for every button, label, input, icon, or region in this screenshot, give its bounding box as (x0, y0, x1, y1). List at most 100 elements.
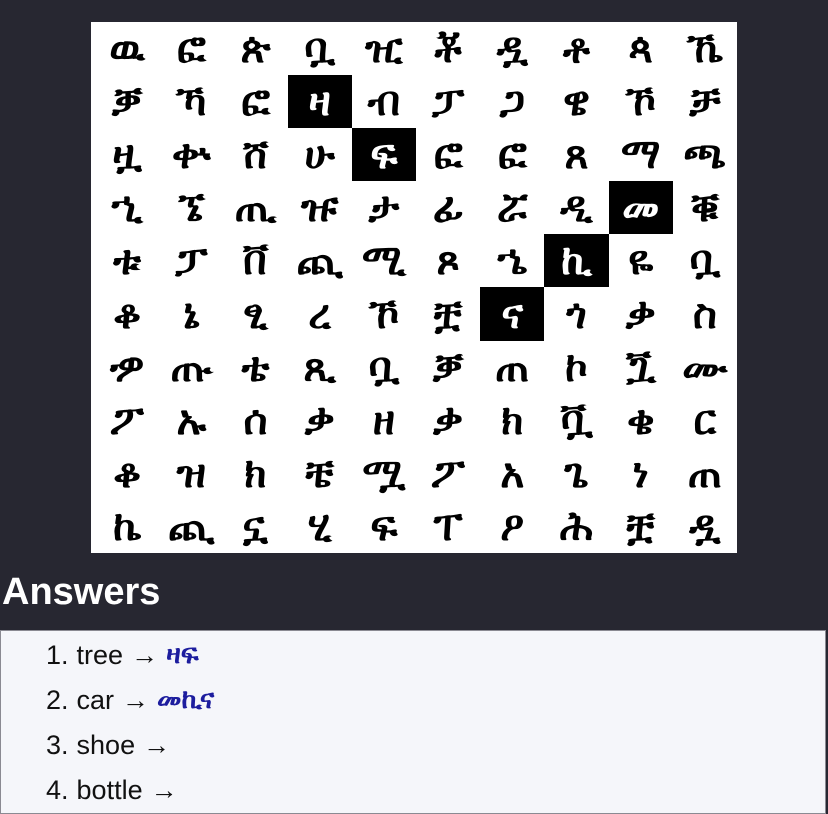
grid-cell[interactable]: ጠ (673, 447, 737, 500)
grid-cell[interactable]: ነ (609, 447, 673, 500)
grid-cell[interactable]: ቆ (95, 287, 159, 340)
grid-cell[interactable]: ዢ (352, 22, 416, 75)
grid-cell[interactable]: ዷ (480, 22, 544, 75)
grid-cell[interactable]: ፎ (480, 128, 544, 181)
grid-cell[interactable]: ታ (352, 181, 416, 234)
grid-cell[interactable]: ቆ (95, 447, 159, 500)
grid-cell[interactable]: ጟ (609, 341, 673, 394)
grid-cell[interactable]: ስ (673, 287, 737, 340)
grid-cell[interactable]: ኮ (544, 341, 608, 394)
grid-cell[interactable]: ፓ (416, 75, 480, 128)
grid-cell[interactable]: ቾ (416, 22, 480, 75)
grid-cell[interactable]: ረ (288, 287, 352, 340)
grid-cell[interactable]: ቼ (288, 447, 352, 500)
grid-cell[interactable]: ቴ (223, 341, 287, 394)
grid-cell[interactable]: ጎ (544, 287, 608, 340)
grid-cell[interactable]: ዷ (673, 500, 737, 553)
grid-cell[interactable]: ቱ (95, 234, 159, 287)
grid-cell[interactable]: ሯ (480, 181, 544, 234)
grid-cell[interactable]: ክ (480, 394, 544, 447)
grid-cell[interactable]: ጪ (288, 234, 352, 287)
grid-cell[interactable]: ዏ (95, 341, 159, 394)
grid-cell[interactable]: ቃ (416, 394, 480, 447)
grid-cell[interactable]: ቃ (288, 394, 352, 447)
grid-cell[interactable]: ኼ (673, 22, 737, 75)
grid-cell[interactable]: ሙ (673, 341, 737, 394)
grid-cell[interactable]: ፎ (416, 128, 480, 181)
grid-cell[interactable]: አ (480, 447, 544, 500)
grid-cell[interactable]: ቧ (352, 341, 416, 394)
grid-cell[interactable]: ጋ (480, 75, 544, 128)
grid-cell[interactable]: ጺ (288, 341, 352, 394)
grid-cell[interactable]: ዡ (288, 181, 352, 234)
grid-cell[interactable]: ፍ (351, 128, 416, 182)
grid-cell[interactable]: ፖ (95, 394, 159, 447)
grid-cell[interactable]: ፂ (223, 287, 287, 340)
grid-cell[interactable]: ሟ (352, 447, 416, 500)
grid-cell[interactable]: ኡ (159, 394, 223, 447)
grid-cell[interactable]: መ (608, 181, 673, 235)
grid-cell[interactable]: ጳ (609, 22, 673, 75)
grid-cell[interactable]: ዘ (352, 394, 416, 447)
grid-cell[interactable]: ጌ (544, 447, 608, 500)
grid-cell[interactable]: ኾ (352, 287, 416, 340)
grid-cell[interactable]: ቄ (609, 394, 673, 447)
grid-cell[interactable]: ዖ (480, 500, 544, 553)
grid-cell[interactable]: ፊ (416, 181, 480, 234)
grid-cell[interactable]: ኾ (609, 75, 673, 128)
grid-cell[interactable]: ፖ (416, 447, 480, 500)
grid-cell[interactable]: ጠ (480, 341, 544, 394)
grid-cell[interactable]: ጸ (544, 128, 608, 181)
grid-cell[interactable]: ቨ (223, 234, 287, 287)
grid-cell[interactable]: ኪ (544, 234, 609, 288)
grid-cell[interactable]: ር (673, 394, 737, 447)
grid-cell[interactable]: ሰ (223, 394, 287, 447)
grid-cell[interactable]: ቻ (673, 75, 737, 128)
grid-cell[interactable]: ቿ (609, 500, 673, 553)
grid-cell[interactable]: ማ (609, 128, 673, 181)
grid-cell[interactable]: ኔ (159, 287, 223, 340)
grid-cell[interactable]: ሕ (544, 500, 608, 553)
grid-cell[interactable]: ቧ (673, 234, 737, 287)
grid-cell[interactable]: ክ (223, 447, 287, 500)
grid-cell[interactable]: ቯ (544, 394, 608, 447)
grid-cell[interactable]: ኻ (159, 75, 223, 128)
grid-cell[interactable]: ዝ (159, 447, 223, 500)
grid-cell[interactable]: ዉ (95, 22, 159, 75)
grid-cell[interactable]: ብ (352, 75, 416, 128)
grid-cell[interactable]: ፐ (416, 500, 480, 553)
grid-cell[interactable]: ቧ (288, 22, 352, 75)
grid-cell[interactable]: ጢ (223, 181, 287, 234)
grid-cell[interactable]: ፓ (159, 234, 223, 287)
grid-cell[interactable]: ጾ (416, 234, 480, 287)
grid-cell[interactable]: ሂ (288, 500, 352, 553)
grid-cell[interactable]: ቑ (673, 181, 737, 234)
grid-cell[interactable]: ኂ (95, 181, 159, 234)
grid-cell[interactable]: ጪ (159, 500, 223, 553)
grid-cell[interactable]: ጫ (673, 128, 737, 181)
grid-cell[interactable]: ዌ (544, 75, 608, 128)
grid-cell[interactable]: ቶ (544, 22, 608, 75)
grid-cell[interactable]: ኬ (95, 500, 159, 553)
grid-cell[interactable]: ኗ (223, 500, 287, 553)
grid-cell[interactable]: ሁ (288, 128, 352, 181)
grid-cell[interactable]: ኜ (159, 181, 223, 234)
grid-cell[interactable]: ቓ (416, 341, 480, 394)
grid-cell[interactable]: ፎ (223, 75, 287, 128)
grid-cell[interactable]: ቓ (95, 75, 159, 128)
grid-cell[interactable]: ቿ (416, 287, 480, 340)
grid-cell[interactable]: ዲ (544, 181, 608, 234)
grid-cell[interactable]: ዬ (609, 234, 673, 287)
grid-cell[interactable]: ኄ (480, 234, 544, 287)
grid-cell[interactable]: ዛ (287, 75, 352, 129)
grid-cell[interactable]: ቍ (159, 128, 223, 181)
grid-cell[interactable]: ሸ (223, 128, 287, 181)
grid-cell[interactable]: ጵ (223, 22, 287, 75)
grid-cell[interactable]: ና (480, 287, 545, 341)
grid-cell[interactable]: ቃ (609, 287, 673, 340)
grid-cell[interactable]: ፎ (159, 22, 223, 75)
grid-cell[interactable]: ፍ (352, 500, 416, 553)
grid-cell[interactable]: ጡ (159, 341, 223, 394)
grid-cell[interactable]: ዟ (95, 128, 159, 181)
grid-cell[interactable]: ሚ (352, 234, 416, 287)
